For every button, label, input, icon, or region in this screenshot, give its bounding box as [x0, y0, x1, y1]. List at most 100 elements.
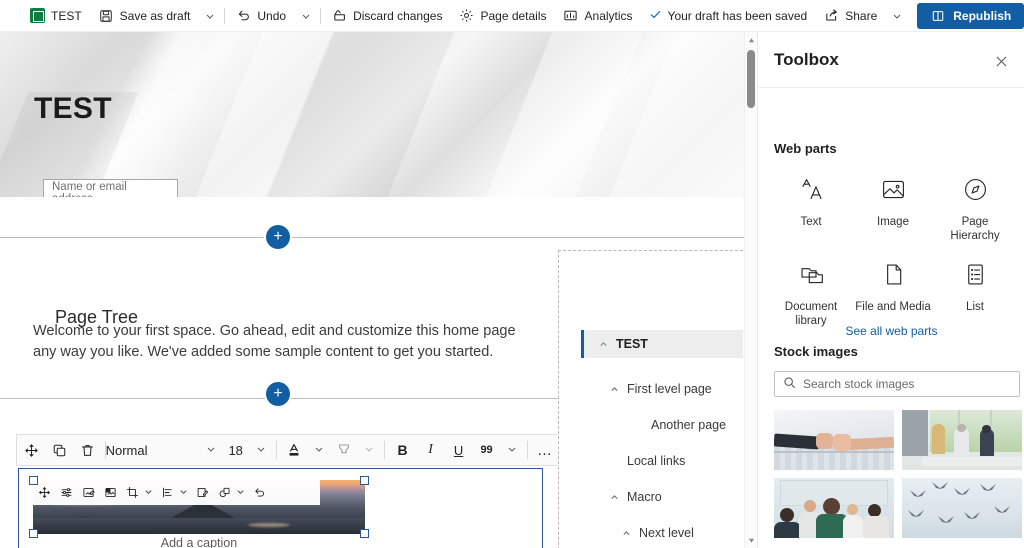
image-adjust-button[interactable]: [55, 481, 77, 505]
scrollbar-thumb[interactable]: [747, 50, 755, 108]
analytics-label: Analytics: [584, 8, 633, 23]
move-webpart-button[interactable]: [17, 435, 45, 465]
thumb-shape: [843, 515, 863, 538]
delete-webpart-button[interactable]: [73, 435, 101, 465]
save-as-draft-chevron[interactable]: [198, 2, 222, 30]
site-home-button[interactable]: TEST: [22, 2, 90, 30]
web-part-image[interactable]: Image: [852, 166, 934, 251]
image-caption-button[interactable]: [191, 481, 213, 505]
thumb-shape: [863, 516, 889, 538]
resize-handle-tl[interactable]: [29, 476, 38, 485]
italic-label: I: [428, 442, 433, 457]
page-details-button[interactable]: Page details: [450, 2, 554, 30]
share-chevron[interactable]: [885, 2, 909, 30]
italic-button[interactable]: I: [417, 435, 445, 465]
stock-image-thumbnail[interactable]: [774, 410, 894, 470]
thumb-shape: [774, 522, 801, 538]
image-crop-button[interactable]: [121, 481, 143, 505]
chevron-up-icon[interactable]: [619, 529, 633, 538]
image-crop-chevron[interactable]: [143, 487, 156, 498]
more-options-button[interactable]: …: [531, 435, 559, 465]
highlight-color-button[interactable]: [330, 435, 358, 465]
paragraph-style-select[interactable]: Normal: [106, 435, 148, 465]
page-root: TEST Save as draft Undo Discard changes …: [0, 0, 1024, 548]
add-section-button[interactable]: +: [266, 225, 290, 249]
hero-banner[interactable]: TEST Name or email address: [0, 32, 748, 197]
quote-button[interactable]: 99: [473, 435, 501, 465]
stock-image-thumbnail[interactable]: [902, 478, 1022, 538]
image-shape: [248, 523, 290, 527]
see-all-web-parts-link[interactable]: See all web parts: [758, 324, 1024, 338]
font-color-button[interactable]: [280, 435, 308, 465]
command-bar: TEST Save as draft Undo Discard changes …: [0, 0, 1024, 32]
undo-icon: [235, 8, 251, 24]
thumb-shape: [780, 508, 794, 522]
font-size-select[interactable]: 18: [222, 435, 250, 465]
page-tree-item-another-page[interactable]: Another page: [583, 411, 745, 439]
scroll-up-arrow-icon[interactable]: [745, 34, 757, 46]
image-caption-placeholder[interactable]: Add a caption: [33, 536, 365, 548]
analytics-button[interactable]: Analytics: [555, 2, 641, 30]
image-align-chevron[interactable]: [178, 487, 191, 498]
page-tree-item-label: Another page: [651, 418, 727, 432]
republish-icon: [930, 8, 946, 24]
stock-image-thumbnail[interactable]: [774, 478, 894, 538]
web-parts-grid: Text Image Page Hierarchy Document libra…: [770, 166, 1018, 336]
stock-images-search-placeholder: Search stock images: [803, 377, 915, 391]
font-color-chevron[interactable]: [308, 444, 330, 457]
image-reset-button[interactable]: [248, 481, 270, 505]
undo-button[interactable]: Undo: [227, 2, 294, 30]
chevron-up-icon[interactable]: [607, 385, 621, 394]
stock-images-grid: [774, 410, 1022, 538]
image-format-toolbar: [33, 480, 320, 505]
divider: [224, 7, 226, 24]
canvas-scrollbar[interactable]: [744, 32, 756, 548]
font-size-chevron[interactable]: [250, 444, 272, 457]
underline-button[interactable]: U: [445, 435, 473, 465]
page-tree-item-macro[interactable]: Macro: [583, 483, 745, 511]
page-tree-item-label: First level page: [627, 382, 712, 396]
stock-image-thumbnail[interactable]: [902, 410, 1022, 470]
thumb-shape: [957, 424, 966, 432]
image-icon: [880, 172, 907, 206]
section-divider: [0, 237, 748, 238]
paragraph-style-chevron[interactable]: [200, 444, 222, 457]
image-align-button[interactable]: [156, 481, 178, 505]
chevron-down-icon: [365, 447, 373, 452]
image-edit-button[interactable]: [77, 481, 99, 505]
font-color-icon: [289, 444, 299, 456]
share-button[interactable]: Share: [815, 2, 885, 30]
thumb-shape: [908, 510, 924, 518]
command-bar-left: TEST Save as draft Undo Discard changes …: [0, 2, 641, 30]
discard-changes-button[interactable]: Discard changes: [323, 2, 450, 30]
chevron-up-icon[interactable]: [596, 340, 610, 349]
bold-button[interactable]: B: [389, 435, 417, 465]
scroll-down-arrow-icon[interactable]: [745, 534, 757, 546]
chevron-up-icon[interactable]: [607, 493, 621, 502]
save-as-draft-button[interactable]: Save as draft: [90, 2, 199, 30]
close-icon[interactable]: [990, 50, 1012, 72]
image-layer-button[interactable]: [213, 481, 235, 505]
name-or-email-input[interactable]: Name or email address: [43, 179, 178, 197]
undo-chevron[interactable]: [294, 2, 318, 30]
page-tree-item-first-level-page[interactable]: First level page: [583, 375, 745, 403]
page-tree-item-local-links[interactable]: Local links: [583, 447, 745, 475]
page-tree-item-next-level[interactable]: Next level: [583, 519, 745, 547]
draft-saved-status: Your draft has been saved: [641, 2, 816, 30]
add-section-button[interactable]: +: [266, 382, 290, 406]
web-part-page-hierarchy[interactable]: Page Hierarchy: [934, 166, 1016, 251]
page-tree-item-test[interactable]: TEST: [581, 330, 743, 358]
duplicate-webpart-button[interactable]: [45, 435, 73, 465]
hero-title: TEST: [34, 92, 112, 125]
image-layer-chevron[interactable]: [235, 487, 248, 498]
thumb-shape: [938, 516, 954, 524]
resize-handle-tr[interactable]: [360, 476, 369, 485]
image-replace-button[interactable]: [99, 481, 121, 505]
web-part-text[interactable]: Text: [770, 166, 852, 251]
inline-image[interactable]: [29, 476, 369, 538]
republish-button[interactable]: Republish: [917, 2, 1024, 29]
highlight-color-chevron[interactable]: [358, 444, 380, 457]
thumb-shape: [823, 498, 840, 515]
more-format-chevron[interactable]: [501, 444, 523, 457]
stock-images-search[interactable]: Search stock images: [774, 371, 1020, 397]
